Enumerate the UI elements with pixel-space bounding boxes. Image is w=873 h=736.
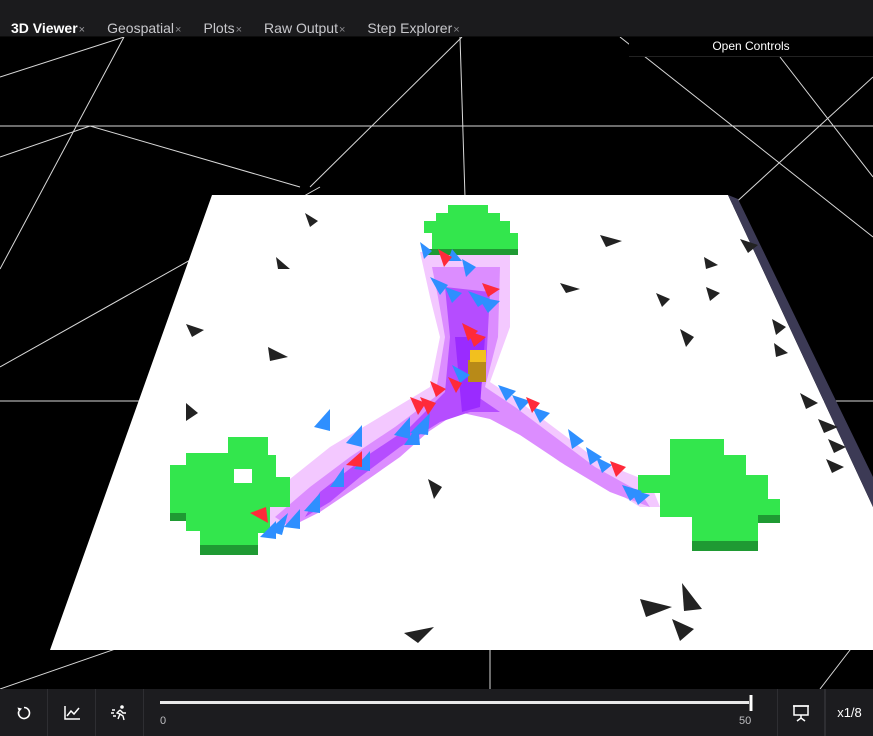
timeline-slider[interactable]: 0 50 bbox=[160, 689, 769, 736]
tab-bar: 3D Viewer × Geospatial × Plots × Raw Out… bbox=[0, 0, 873, 37]
tab-plots[interactable]: Plots × bbox=[192, 0, 253, 36]
tab-label: Step Explorer bbox=[367, 20, 453, 36]
presentation-icon bbox=[793, 704, 809, 722]
timeline-track[interactable] bbox=[160, 701, 751, 704]
3d-viewport[interactable]: Open Controls bbox=[0, 37, 873, 689]
tab-3d-viewer[interactable]: 3D Viewer × bbox=[0, 0, 96, 36]
timeline-min-label: 0 bbox=[160, 715, 167, 727]
close-icon[interactable]: × bbox=[453, 24, 459, 36]
timeline-max-label: 50 bbox=[739, 715, 752, 727]
present-button[interactable] bbox=[777, 689, 825, 736]
tab-label: Plots bbox=[203, 20, 235, 36]
close-icon[interactable]: × bbox=[339, 24, 345, 36]
chart-icon bbox=[63, 705, 80, 720]
run-button[interactable] bbox=[96, 689, 144, 736]
tab-label: 3D Viewer bbox=[11, 20, 78, 36]
tab-label: Geospatial bbox=[107, 20, 175, 36]
tab-step-explorer[interactable]: Step Explorer × bbox=[356, 0, 470, 36]
plot-button[interactable] bbox=[48, 689, 96, 736]
tab-raw-output[interactable]: Raw Output × bbox=[253, 0, 356, 36]
close-icon[interactable]: × bbox=[236, 24, 242, 36]
run-icon bbox=[110, 704, 126, 720]
scene-canvas[interactable] bbox=[0, 37, 873, 689]
tab-label: Raw Output bbox=[264, 20, 338, 36]
reset-button[interactable] bbox=[0, 689, 48, 736]
playback-speed-button[interactable]: x1/8 bbox=[825, 689, 873, 736]
open-controls-button[interactable]: Open Controls bbox=[629, 37, 873, 57]
playback-bar: 0 50 x1/8 bbox=[0, 689, 873, 736]
close-icon[interactable]: × bbox=[175, 24, 181, 36]
tab-geospatial[interactable]: Geospatial × bbox=[96, 0, 192, 36]
timeline-handle[interactable] bbox=[749, 695, 753, 711]
food-item bbox=[468, 350, 486, 382]
reset-icon bbox=[17, 706, 30, 719]
close-icon[interactable]: × bbox=[79, 24, 85, 36]
